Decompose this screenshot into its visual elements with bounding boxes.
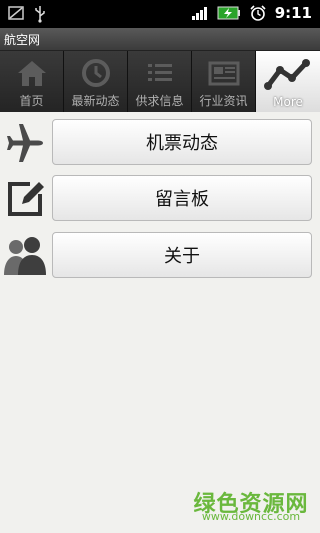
tab-home[interactable]: 首页 [0, 51, 64, 112]
tab-supply-demand-label: 供求信息 [135, 94, 184, 108]
tab-supply-demand[interactable]: 供求信息 [128, 51, 192, 112]
signal-icon [191, 7, 207, 20]
flight-status-button[interactable]: 机票动态 [52, 119, 312, 165]
tab-more[interactable]: More [256, 51, 320, 112]
home-icon [17, 61, 46, 86]
message-board-button[interactable]: 留言板 [52, 175, 312, 221]
tab-home-label: 首页 [19, 94, 44, 108]
status-bar-right: 9:11 [191, 4, 312, 22]
tab-latest-news[interactable]: 最新动态 [64, 51, 128, 112]
usb-icon [35, 6, 45, 23]
tab-industry-news-label: 行业资讯 [199, 94, 248, 108]
newspaper-icon [208, 61, 239, 86]
people-icon [3, 234, 47, 278]
app-title: 航空网 [4, 33, 41, 47]
tab-more-label: More [273, 95, 303, 109]
status-bar: 9:11 [0, 0, 320, 28]
menu-row-message-board: 留言板 [0, 175, 320, 223]
clock-icon [81, 59, 110, 87]
list-icon [147, 64, 172, 81]
line-chart-icon [264, 59, 310, 90]
watermark-url: www.downcc.com [201, 510, 301, 523]
menu-row-about: 关于 [0, 232, 320, 280]
tab-latest-news-label: 最新动态 [71, 94, 120, 108]
tab-industry-news[interactable]: 行业资讯 [192, 51, 256, 112]
airplane-icon [3, 121, 47, 165]
app-title-bar: 航空网 [0, 28, 320, 51]
status-time: 9:11 [274, 4, 312, 22]
alarm-icon [250, 5, 266, 21]
edit-icon [3, 177, 47, 221]
screenshot-icon [8, 6, 24, 20]
about-button[interactable]: 关于 [52, 232, 312, 278]
tab-bar: 首页 最新动态 供求信息 行业资讯 More [0, 51, 320, 112]
status-bar-left [8, 5, 46, 23]
battery-charging-icon [217, 6, 240, 20]
menu-row-flight-status: 机票动态 [0, 119, 320, 167]
